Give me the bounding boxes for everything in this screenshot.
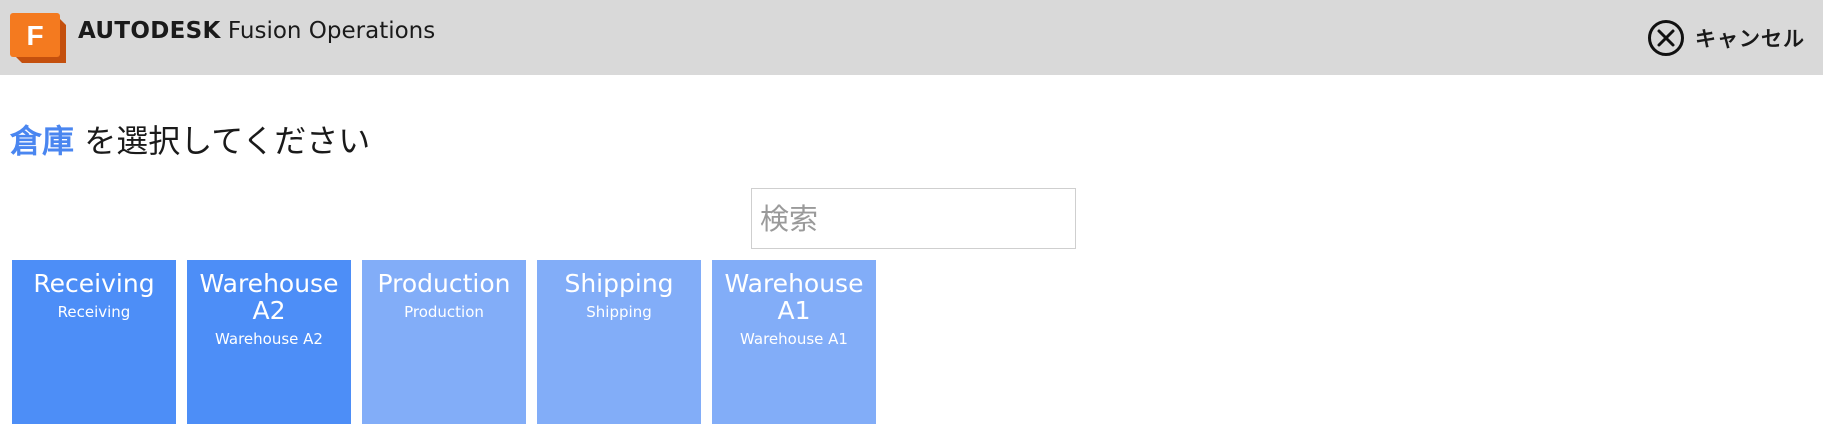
close-circle-icon [1648,20,1684,56]
brand-name: AUTODESK [78,18,221,44]
page-title-entity: 倉庫 [10,122,75,160]
warehouse-tile-subtitle: Warehouse A2 [215,330,323,348]
cancel-label: キャンセル [1695,27,1805,51]
warehouse-tile-title: Receiving [33,269,155,298]
warehouse-tile-title: Warehouse A2 [199,269,339,325]
warehouse-tile-title: Production [377,269,511,298]
warehouse-tile-title: Shipping [564,269,674,298]
warehouse-tile[interactable]: Receiving Receiving [12,260,176,424]
search-input[interactable] [751,188,1076,249]
fusion-logo-icon: F [10,13,66,63]
warehouse-tile[interactable]: Warehouse A1 Warehouse A1 [712,260,876,424]
top-bar: F AUTODESK Fusion Operations キャンセル [0,0,1823,75]
warehouse-grid: Receiving Receiving Warehouse A2 Warehouse … [12,260,876,424]
warehouse-tile[interactable]: Warehouse A2 Warehouse A2 [187,260,351,424]
warehouse-tile-title: Warehouse A1 [724,269,864,325]
warehouse-tile[interactable]: Shipping Shipping [537,260,701,424]
warehouse-tile[interactable]: Production Production [362,260,526,424]
warehouse-tile-subtitle: Receiving [57,303,131,321]
warehouse-tile-subtitle: Shipping [586,303,652,321]
app-title: AUTODESK Fusion Operations [78,18,435,44]
cancel-button[interactable]: キャンセル [1647,19,1805,57]
warehouse-tile-subtitle: Warehouse A1 [740,330,848,348]
warehouse-tile-subtitle: Production [404,303,484,321]
logo-letter: F [26,20,43,51]
page-title: 倉庫 を選択してください [10,116,370,162]
page-title-text: を選択してください [74,122,371,160]
product-name: Fusion Operations [220,18,436,44]
